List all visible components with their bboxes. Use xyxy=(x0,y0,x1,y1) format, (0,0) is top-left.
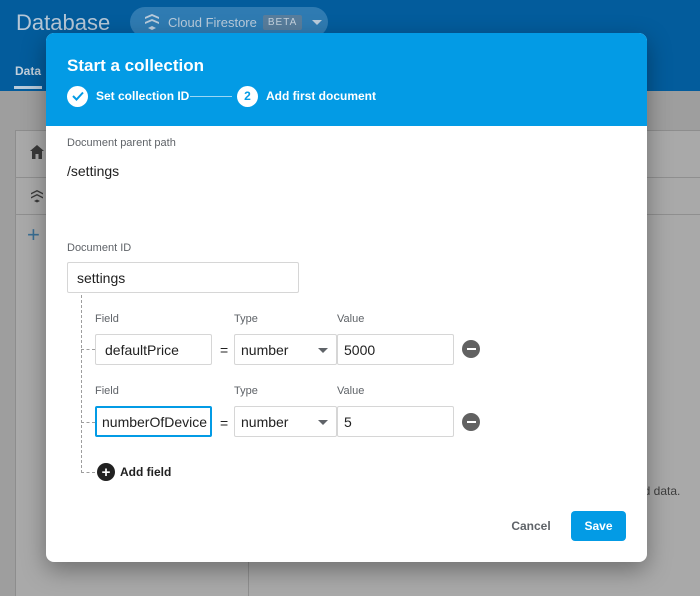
tab-data[interactable]: Data xyxy=(15,64,41,78)
collection-icon xyxy=(31,190,43,203)
home-icon[interactable] xyxy=(29,144,45,160)
start-collection-dialog: Start a collection Set collection ID 2 A… xyxy=(46,33,647,562)
tree-connector xyxy=(81,295,82,473)
cancel-button[interactable]: Cancel xyxy=(497,511,565,541)
add-icon[interactable]: + xyxy=(27,222,40,248)
field-name-input[interactable]: numberOfDevice xyxy=(95,406,212,437)
firestore-icon xyxy=(145,14,159,30)
type-label: Type xyxy=(234,313,258,325)
step-label: Set collection ID xyxy=(96,89,190,103)
remove-field-button[interactable] xyxy=(462,340,480,358)
chevron-down-icon xyxy=(318,348,328,353)
tree-connector xyxy=(81,472,95,473)
save-button[interactable]: Save xyxy=(571,511,626,541)
product-name: Cloud Firestore xyxy=(168,14,257,30)
step-label: Add first document xyxy=(266,89,376,103)
value-label: Value xyxy=(337,313,365,325)
field-label: Field xyxy=(95,385,119,397)
document-id-label: Document ID xyxy=(67,242,132,254)
tree-connector xyxy=(81,349,95,350)
equals-sign: = xyxy=(220,415,229,431)
field-type-value: number xyxy=(241,413,289,430)
parent-path-value: /settings xyxy=(67,163,120,179)
field-type-select[interactable]: number xyxy=(234,406,337,437)
step-connector xyxy=(190,96,232,97)
minus-icon xyxy=(466,421,476,423)
add-icon: + xyxy=(97,463,115,481)
field-type-select[interactable]: number xyxy=(234,334,337,365)
beta-badge: BETA xyxy=(262,14,303,30)
value-label: Value xyxy=(337,385,365,397)
remove-field-button[interactable] xyxy=(462,413,480,431)
dialog-title: Start a collection xyxy=(67,56,204,75)
type-label: Type xyxy=(234,385,258,397)
field-value-input[interactable]: 5000 xyxy=(337,334,454,365)
add-field-button[interactable]: + Add field xyxy=(97,463,171,481)
minus-icon xyxy=(466,348,476,350)
document-id-input[interactable]: settings xyxy=(67,262,299,293)
field-label: Field xyxy=(95,313,119,325)
step-add-first-document[interactable]: 2 Add first document xyxy=(237,85,376,107)
chevron-down-icon xyxy=(318,420,328,425)
tab-indicator xyxy=(14,86,42,89)
dialog-header: Start a collection Set collection ID 2 A… xyxy=(46,33,647,126)
tree-connector xyxy=(81,422,95,423)
check-icon xyxy=(67,85,88,107)
chevron-down-icon xyxy=(312,19,323,25)
field-type-value: number xyxy=(241,341,289,358)
step-set-collection-id[interactable]: Set collection ID xyxy=(67,85,189,107)
equals-sign: = xyxy=(220,342,229,358)
field-value-input[interactable]: 5 xyxy=(337,406,454,437)
step-number: 2 xyxy=(237,85,258,107)
add-field-label: Add field xyxy=(120,465,172,479)
field-name-input[interactable]: defaultPrice xyxy=(95,334,212,365)
parent-path-label: Document parent path xyxy=(67,137,176,149)
